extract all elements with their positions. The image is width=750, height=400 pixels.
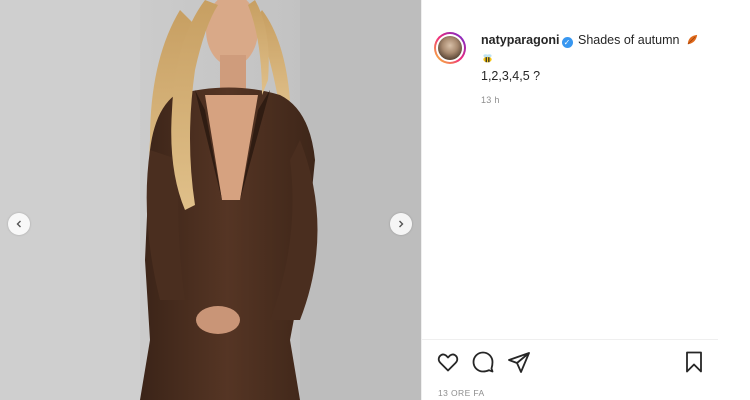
bookmark-icon — [686, 351, 702, 373]
caption-numbers: 1,2,3,4,5 ? — [481, 69, 541, 83]
post-sidebar: natyparagoni ✓ Shades of autumn 1,2,3,4,5… — [421, 0, 719, 400]
verified-badge-icon: ✓ — [561, 37, 573, 48]
post-image[interactable] — [0, 0, 421, 400]
post-timestamp[interactable]: 13 ORE FA — [438, 388, 485, 398]
previous-photo-button[interactable] — [8, 213, 30, 235]
bee-emoji — [483, 54, 492, 63]
caption-timestamp[interactable]: 13 h — [481, 95, 500, 105]
caption-row: natyparagoni ✓ Shades of autumn 1,2,3,4,5… — [434, 32, 714, 85]
next-photo-button[interactable] — [390, 213, 412, 235]
caption: natyparagoni ✓ Shades of autumn 1,2,3,4,5… — [481, 32, 699, 85]
heart-icon — [437, 353, 459, 372]
caption-text: Shades of autumn — [577, 33, 680, 47]
autumn-leaf-emoji — [687, 34, 698, 45]
username-link[interactable]: natyparagoni — [481, 33, 560, 47]
chevron-right-icon — [399, 220, 404, 228]
chevron-left-icon — [16, 220, 21, 228]
photo-illustration — [0, 0, 421, 400]
page-margin — [718, 0, 750, 400]
avatar-image — [438, 36, 462, 60]
action-bar — [436, 350, 706, 376]
caption-line2: 1,2,3,4,5 ? — [481, 51, 699, 85]
paper-plane-icon — [508, 352, 530, 373]
actions-divider — [422, 339, 719, 340]
avatar[interactable] — [434, 32, 466, 64]
save-button[interactable] — [682, 350, 706, 374]
share-button[interactable] — [507, 350, 531, 374]
comment-icon — [472, 351, 494, 373]
like-button[interactable] — [436, 350, 460, 374]
comment-button[interactable] — [471, 350, 495, 374]
avatar-ring — [436, 34, 464, 62]
